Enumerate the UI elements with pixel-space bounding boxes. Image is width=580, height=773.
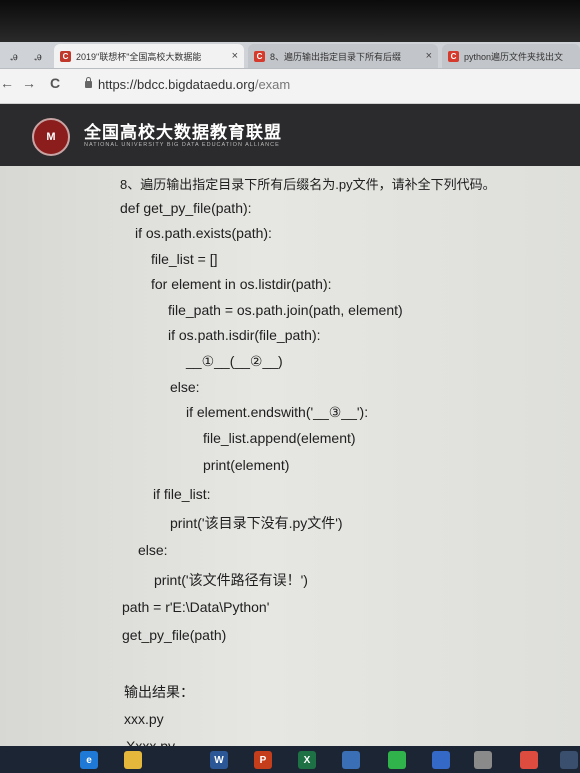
tab-favicon-icon: C	[60, 50, 71, 62]
tab-bar: ꭿ ꭿ C 2019"联想杯"全国高校大数据能 × C 8、遍历输出指定目录下所…	[0, 42, 580, 69]
chrome-icon[interactable]	[520, 751, 538, 769]
forward-icon[interactable]: →	[22, 75, 36, 91]
app2-icon[interactable]	[560, 751, 578, 769]
address-bar: ← → C https://bdcc.bigdataedu.org/exam	[0, 69, 580, 104]
tab-close-icon[interactable]: ×	[426, 50, 432, 62]
tab-title: python遍历文件夹找出文	[464, 51, 564, 62]
code-line: for element in os.listdir(path):	[151, 276, 332, 292]
taskbar: eWPX	[0, 746, 580, 773]
code-line: else:	[170, 379, 200, 395]
tab-3[interactable]: C python遍历文件夹找出文	[442, 44, 580, 68]
code-line: print(element)	[203, 457, 290, 473]
alliance-logo: M	[32, 118, 70, 156]
exam-content: 8、遍历输出指定目录下所有后缀名为.py文件，请补全下列代码。 def get_…	[0, 166, 580, 754]
back-icon[interactable]: ←	[0, 75, 14, 91]
start-icon[interactable]	[4, 751, 22, 769]
pinned-tab-2[interactable]: ꭿ	[26, 44, 50, 68]
url-path: /exam	[254, 77, 291, 92]
tab-favicon-icon: C	[254, 50, 265, 62]
logo-mark: M	[46, 131, 56, 143]
code-line: file_list.append(element)	[203, 430, 356, 446]
code-line: print('该目录下没有.py文件')	[170, 515, 343, 531]
site-header: M 全国高校大数据教育联盟 NATIONAL UNIVERSITY BIG DA…	[0, 104, 580, 166]
screen: ꭿ ꭿ C 2019"联想杯"全国高校大数据能 × C 8、遍历输出指定目录下所…	[0, 0, 580, 773]
monitor-bezel	[0, 0, 580, 42]
tab-favicon-icon: C	[448, 50, 459, 62]
site-title: 全国高校大数据教育联盟	[84, 123, 282, 142]
code-line-blank-1-2: __①__(__②__)	[186, 353, 283, 369]
tab-2[interactable]: C 8、遍历输出指定目录下所有后缀 ×	[248, 44, 438, 68]
reload-icon[interactable]: C	[50, 75, 60, 91]
pinned-tab-icon: ꭿ	[34, 48, 42, 63]
code-line: print('该文件路径有误！')	[154, 572, 308, 588]
tab-title: 8、遍历输出指定目录下所有后缀	[270, 51, 402, 62]
code-line: file_path = os.path.join(path, element)	[168, 302, 403, 318]
question-prompt: 8、遍历输出指定目录下所有后缀名为.py文件，请补全下列代码。	[120, 177, 496, 192]
lock-icon	[85, 77, 92, 88]
edge-icon[interactable]: e	[80, 751, 98, 769]
site-subtitle: NATIONAL UNIVERSITY BIG DATA EDUCATION A…	[84, 142, 280, 148]
tab-close-icon[interactable]: ×	[232, 50, 238, 62]
code-line: def get_py_file(path):	[120, 200, 252, 216]
code-line: if os.path.exists(path):	[135, 225, 272, 241]
explorer-icon[interactable]	[124, 751, 142, 769]
code-line: path = r'E:\Data\Python'	[122, 599, 270, 615]
search-icon[interactable]	[34, 751, 52, 769]
code-line-blank-3: if element.endswith('__③__'):	[186, 404, 369, 420]
word-icon[interactable]: W	[210, 751, 228, 769]
url-host: https://bdcc.bigdataedu.org	[98, 77, 255, 92]
code-line: if file_list:	[153, 486, 211, 502]
code-line: if os.path.isdir(file_path):	[168, 327, 321, 343]
pinned-tab-icon: ꭿ	[10, 48, 18, 63]
pinned-tab-1[interactable]: ꭿ	[2, 44, 26, 68]
excel-icon[interactable]: X	[298, 751, 316, 769]
code-line: else:	[138, 542, 168, 558]
powerpoint-icon[interactable]: P	[254, 751, 272, 769]
wechat-icon[interactable]	[388, 751, 406, 769]
url-field[interactable]: https://bdcc.bigdataedu.org/exam	[98, 77, 290, 92]
output-label: 输出结果：	[124, 684, 194, 700]
app-icon[interactable]	[432, 751, 450, 769]
network-icon[interactable]	[342, 751, 360, 769]
tab-1[interactable]: C 2019"联想杯"全国高校大数据能 ×	[54, 44, 244, 68]
code-line: file_list = []	[151, 251, 218, 267]
settings-icon[interactable]	[474, 751, 492, 769]
output-line: xxx.py	[124, 711, 164, 727]
code-line: get_py_file(path)	[122, 627, 227, 643]
tab-title: 2019"联想杯"全国高校大数据能	[76, 51, 202, 62]
